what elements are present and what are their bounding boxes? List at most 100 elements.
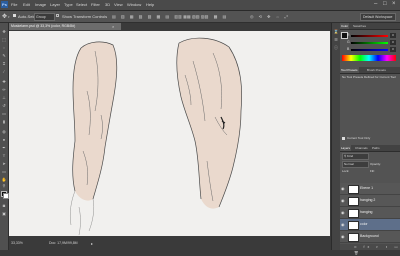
type-tool[interactable]: T <box>1 153 7 158</box>
current-tool-only-checkbox[interactable] <box>342 137 345 140</box>
blue-track[interactable] <box>351 49 388 51</box>
tab-tool-presets[interactable]: Tool Presets <box>340 67 359 73</box>
right-arm-skin <box>176 38 242 209</box>
layer-filter-dropdown[interactable]: ⚲ Kind <box>342 153 369 160</box>
blue-label: B <box>347 47 350 51</box>
close-tab-icon[interactable]: × <box>112 23 114 30</box>
quick-mask-icon[interactable]: ◙ <box>1 203 7 208</box>
blur-tool[interactable]: ◍ <box>1 129 7 134</box>
eye-icon[interactable]: ◉ <box>341 234 345 239</box>
menu-filter[interactable]: Filter <box>91 2 100 7</box>
green-track[interactable] <box>351 42 388 44</box>
layer-row-color[interactable]: ◉ color <box>340 219 400 231</box>
green-label: G <box>347 40 350 44</box>
crop-tool[interactable]: ⌗ <box>1 61 7 66</box>
lasso-tool[interactable]: ◌ <box>1 45 7 50</box>
menu-file[interactable]: File <box>11 2 17 7</box>
left-arm-skin <box>72 41 117 201</box>
eraser-tool[interactable]: ▭ <box>1 111 7 116</box>
dodge-tool[interactable]: ● <box>1 137 7 142</box>
auto-select-checkbox[interactable] <box>13 14 16 17</box>
document-canvas[interactable] <box>9 31 330 236</box>
tool-presets-message: No Tool Presets Defined for Current Tool <box>342 75 396 79</box>
menu-select[interactable]: Select <box>76 2 87 7</box>
layer-name[interactable]: hanging <box>360 210 372 214</box>
status-bar: 33,33% Doc: 17,9M/99,8M ▸ <box>9 237 330 250</box>
zoom-level[interactable]: 33,33% <box>11 237 23 250</box>
blend-mode-dropdown[interactable]: Normal <box>342 161 369 168</box>
menu-window[interactable]: Window <box>127 2 141 7</box>
brush-tool[interactable]: ✏ <box>1 87 7 92</box>
layer-name[interactable]: hanging 2 <box>360 198 375 202</box>
marquee-tool[interactable]: ⬚ <box>1 37 7 42</box>
zoom-tool[interactable]: ⚲ <box>1 183 7 188</box>
maximize-icon[interactable]: □ <box>383 1 387 7</box>
document-tab[interactable]: Muskelarm.psd @ 33,3% (color, RGB/8#) <box>9 23 121 30</box>
tab-color[interactable]: Color <box>340 23 350 29</box>
gradient-tool[interactable]: ▮ <box>1 119 7 124</box>
tab-layers[interactable]: Layers <box>340 145 352 151</box>
opacity-label: Opacity: <box>370 162 382 166</box>
tab-brush-presets[interactable]: Brush Presets <box>366 67 387 73</box>
layer-row-hanging-2[interactable]: ◉ hanging 2 <box>340 195 400 207</box>
auto-select-dropdown[interactable]: Group <box>34 13 55 21</box>
green-value[interactable]: 0 <box>390 40 396 45</box>
red-value[interactable]: 0 <box>390 33 396 38</box>
menu-help[interactable]: Help <box>146 2 154 7</box>
eye-icon[interactable]: ◉ <box>341 222 345 227</box>
status-arrow-icon[interactable]: ▸ <box>91 237 93 250</box>
history-panel-icon[interactable]: ⌛ <box>333 29 339 34</box>
hand-tool[interactable]: ✋ <box>1 177 7 182</box>
eye-icon[interactable]: ◉ <box>341 198 345 203</box>
move-tool-icon[interactable]: ✥ <box>2 13 7 20</box>
path-select-tool[interactable]: ➤ <box>1 161 7 166</box>
eye-icon[interactable]: ◉ <box>341 210 345 215</box>
layer-thumbnail <box>348 221 359 230</box>
red-slider[interactable]: R 0 <box>347 33 396 39</box>
green-slider[interactable]: G 0 <box>347 40 396 46</box>
shape-tool[interactable]: ▭ <box>1 169 7 174</box>
layer-row-ebene-1[interactable]: ◉ Ebene 1 <box>340 183 400 195</box>
color-spectrum-bar[interactable] <box>342 55 396 61</box>
right-panels: Color Swatches R 0 G 0 B 0 Tool Presets … <box>340 23 400 255</box>
quick-select-tool[interactable]: ✎ <box>1 53 7 58</box>
tab-swatches[interactable]: Swatches <box>352 23 367 29</box>
menu-bar: Ps File Edit Image Layer Type Select Fil… <box>0 0 400 11</box>
stamp-tool[interactable]: ⊥ <box>1 95 7 100</box>
menu-3d[interactable]: 3D <box>105 2 110 7</box>
pen-tool[interactable]: ✒ <box>1 145 7 150</box>
menu-layer[interactable]: Layer <box>50 2 60 7</box>
3d-mode-icons[interactable]: ◎ ⟲ ✥ ⇔ ⤢ <box>250 14 290 19</box>
history-brush-tool[interactable]: ↺ <box>1 103 7 108</box>
layer-name[interactable]: Ebene 1 <box>360 186 373 190</box>
properties-panel-icon[interactable]: ☰ <box>333 37 339 42</box>
layers-panel-footer-icons[interactable]: ∞ fx ◐ ◑ ▭ ▢ 🗑 <box>340 244 400 255</box>
tab-paths[interactable]: Paths <box>371 145 381 151</box>
blue-slider[interactable]: B 0 <box>347 47 396 53</box>
move-tool[interactable]: ✥ <box>1 29 7 34</box>
layer-row-background[interactable]: ◉ Background <box>340 231 400 243</box>
document-info: Doc: 17,9M/99,8M <box>49 241 78 245</box>
tool-presets-panel-tabs: Tool Presets Brush Presets <box>340 67 400 74</box>
distribute-icons[interactable]: ▥ ▦ ▧ ▨ ▩ ▤ <box>178 14 228 19</box>
layer-name[interactable]: color <box>360 222 368 226</box>
menu-image[interactable]: Image <box>35 2 46 7</box>
menu-type[interactable]: Type <box>64 2 73 7</box>
menu-edit[interactable]: Edit <box>23 2 30 7</box>
eyedropper-tool[interactable]: ∕ <box>1 69 7 74</box>
layer-row-hanging[interactable]: ◉ hanging <box>340 207 400 219</box>
tab-channels[interactable]: Channels <box>354 145 369 151</box>
red-track[interactable] <box>351 35 388 37</box>
transform-controls-checkbox[interactable] <box>56 14 59 17</box>
eye-icon[interactable]: ◉ <box>341 186 345 191</box>
healing-tool[interactable]: ✚ <box>1 79 7 84</box>
blue-value[interactable]: 0 <box>390 47 396 52</box>
chevron-down-icon[interactable]: ▾ <box>8 15 10 19</box>
menu-view[interactable]: View <box>114 2 123 7</box>
layer-name[interactable]: Background <box>360 234 379 238</box>
info-panel-icon[interactable]: ⓘ <box>333 45 339 50</box>
screen-mode-icon[interactable]: ▣ <box>1 211 7 216</box>
close-icon[interactable]: × <box>392 1 396 7</box>
minimize-icon[interactable]: – <box>374 1 377 7</box>
workspace-dropdown[interactable]: Default Workspace <box>360 13 396 21</box>
